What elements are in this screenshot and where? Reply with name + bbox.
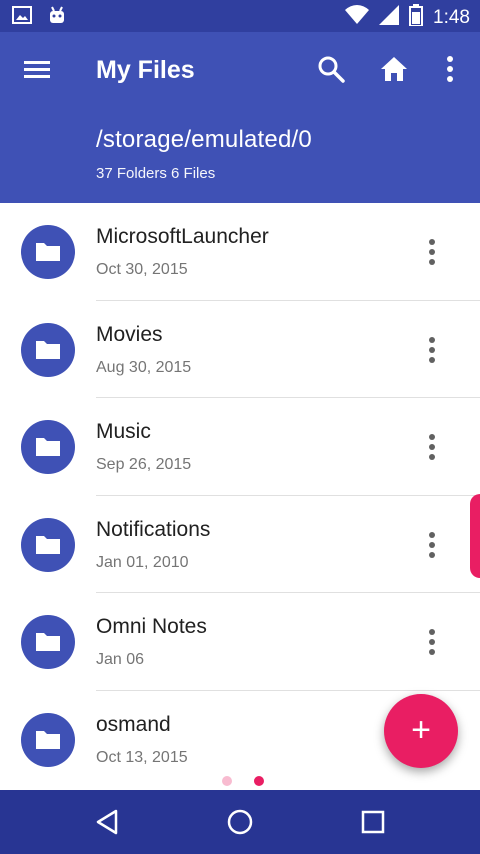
file-date: Oct 30, 2015: [96, 261, 188, 278]
file-name: Music: [96, 420, 151, 443]
home-circle-icon: [227, 809, 253, 835]
home-button[interactable]: [379, 54, 409, 84]
file-date: Sep 26, 2015: [96, 456, 192, 473]
item-more-button[interactable]: [420, 237, 444, 267]
file-name: Notifications: [96, 517, 211, 541]
page-indicator: [222, 776, 264, 786]
edge-drawer-handle[interactable]: [470, 494, 480, 578]
app-bar: My Files /storage/emulated/0 37 Folders …: [0, 32, 480, 203]
app-title: My Files: [96, 56, 195, 84]
page-dot[interactable]: [222, 776, 232, 786]
folder-icon: [36, 730, 60, 749]
page-dot-active[interactable]: [254, 776, 264, 786]
signal-icon: [379, 5, 400, 30]
item-more-button[interactable]: [420, 627, 444, 657]
folder-file-count: 37 Folders 6 Files: [96, 165, 216, 182]
folder-avatar: [21, 420, 75, 474]
back-icon: [96, 809, 118, 835]
file-date: Jan 01, 2010: [96, 553, 189, 571]
android-icon: [48, 6, 66, 29]
more-vert-icon: [429, 531, 435, 558]
menu-icon: [24, 61, 50, 78]
recents-icon: [361, 810, 385, 834]
file-date: Aug 30, 2015: [96, 358, 192, 376]
file-name: Movies: [96, 322, 163, 346]
current-path: /storage/emulated/0: [96, 126, 312, 153]
list-item[interactable]: MicrosoftLauncher Oct 30, 2015: [0, 203, 480, 301]
more-vert-icon: [429, 629, 435, 655]
search-button[interactable]: [316, 54, 346, 84]
status-bar: 1:48: [0, 0, 480, 32]
status-time: 1:48: [433, 6, 470, 28]
folder-icon: [36, 243, 60, 261]
menu-button[interactable]: [22, 54, 54, 86]
list-item[interactable]: Music Sep 26, 2015: [0, 398, 480, 496]
overflow-menu-button[interactable]: [440, 54, 460, 84]
folder-avatar: [21, 517, 75, 572]
navigation-bar: [0, 790, 480, 854]
folder-icon: [36, 340, 60, 359]
folder-avatar: [21, 615, 75, 669]
file-date: Oct 13, 2015: [96, 748, 188, 766]
folder-avatar: [21, 225, 75, 279]
file-name: osmand: [96, 712, 171, 736]
file-name: Omni Notes: [96, 615, 207, 638]
list-item[interactable]: Notifications Jan 01, 2010: [0, 496, 480, 593]
list-item[interactable]: Omni Notes Jan 06: [0, 593, 480, 691]
home-icon: [381, 57, 407, 81]
folder-avatar: [21, 322, 75, 377]
list-item[interactable]: Movies Aug 30, 2015: [0, 301, 480, 398]
folder-icon: [36, 438, 60, 456]
item-more-button[interactable]: [420, 530, 444, 560]
wifi-icon: [345, 5, 370, 30]
overflow-menu-icon: [447, 56, 453, 82]
file-name: MicrosoftLauncher: [96, 225, 269, 248]
folder-icon: [36, 633, 60, 651]
add-fab-button[interactable]: +: [384, 694, 458, 768]
file-date: Jan 06: [96, 651, 145, 668]
more-vert-icon: [429, 336, 435, 363]
battery-icon: [409, 4, 424, 31]
image-icon: [12, 6, 32, 29]
recents-button[interactable]: [357, 806, 389, 838]
item-more-button[interactable]: [420, 335, 444, 365]
more-vert-icon: [429, 434, 435, 460]
more-vert-icon: [429, 239, 435, 265]
home-nav-button[interactable]: [224, 806, 256, 838]
folder-avatar: [21, 712, 75, 767]
plus-icon: +: [411, 711, 431, 749]
item-more-button[interactable]: [420, 432, 444, 462]
back-button[interactable]: [92, 806, 124, 838]
search-icon: [318, 56, 345, 83]
folder-icon: [36, 535, 60, 554]
